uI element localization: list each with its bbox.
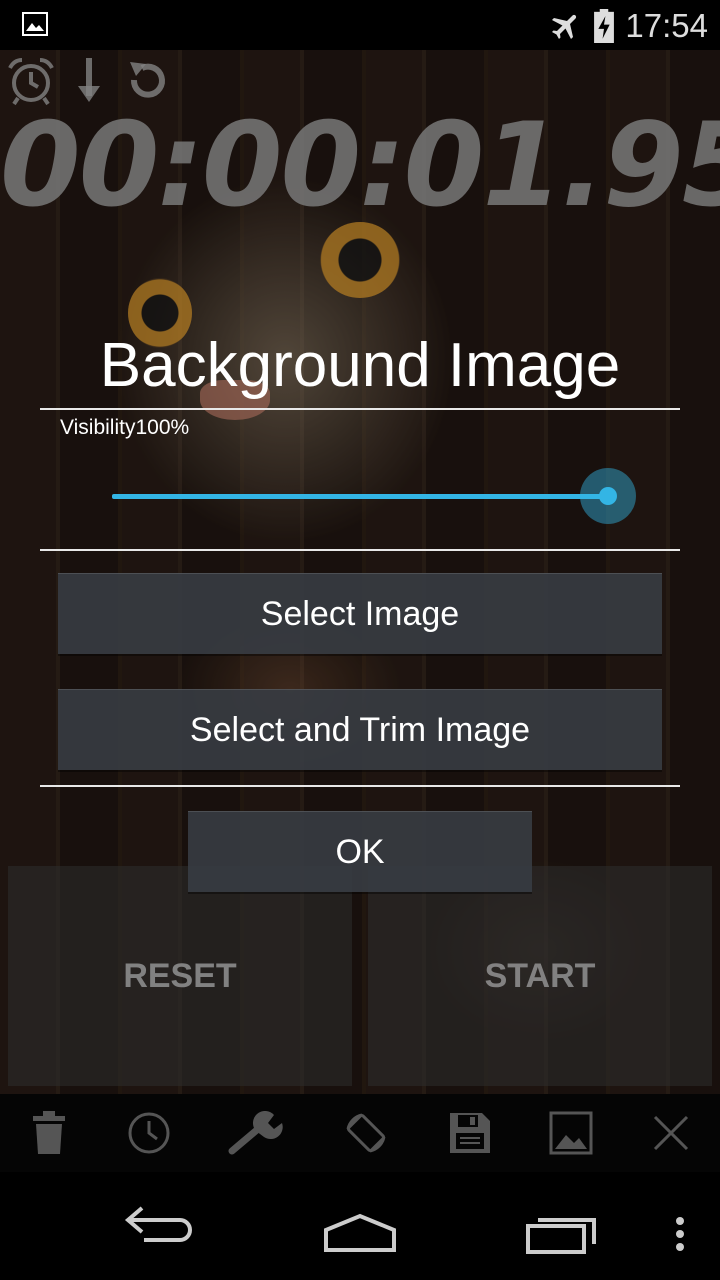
close-icon[interactable] xyxy=(651,1113,691,1153)
navigation-bar xyxy=(0,1172,720,1280)
dialog-title: Background Image xyxy=(99,331,621,400)
clock-icon[interactable] xyxy=(127,1111,171,1155)
visibility-label-text: Visibility xyxy=(60,416,136,439)
wrench-icon[interactable] xyxy=(228,1111,284,1155)
select-image-button[interactable]: Select Image xyxy=(58,573,662,654)
status-bar: 17:54 xyxy=(0,0,720,50)
image-notification-icon xyxy=(22,12,48,36)
back-icon[interactable] xyxy=(124,1202,196,1246)
start-button[interactable]: START xyxy=(368,866,712,1086)
visibility-slider[interactable] xyxy=(112,468,636,524)
stopwatch-time-display: 00:00:01.95 xyxy=(0,98,720,233)
slider-track[interactable] xyxy=(112,494,612,499)
stopwatch-screen: 00:00:01.95 Background Image Visibility1… xyxy=(0,50,720,1094)
ok-button[interactable]: OK xyxy=(188,811,532,892)
airplane-mode-icon xyxy=(552,14,577,40)
recents-icon[interactable] xyxy=(526,1214,598,1254)
rotate-screen-icon[interactable] xyxy=(342,1109,390,1157)
select-trim-image-button[interactable]: Select and Trim Image xyxy=(58,689,662,770)
visibility-label: Visibility100% xyxy=(60,416,189,440)
visibility-value: 100% xyxy=(135,416,190,439)
bottom-toolbar xyxy=(0,1094,720,1172)
slider-divider xyxy=(40,549,680,551)
trash-icon[interactable] xyxy=(29,1110,69,1156)
title-divider xyxy=(40,408,680,410)
background-cat-eye xyxy=(320,222,400,298)
buttons-divider xyxy=(40,785,680,787)
clock-time: 17:54 xyxy=(625,7,708,44)
battery-charging-icon xyxy=(594,9,615,43)
image-icon[interactable] xyxy=(549,1111,593,1155)
slider-thumb[interactable] xyxy=(580,468,636,524)
save-icon[interactable] xyxy=(448,1111,492,1155)
overflow-menu-icon[interactable] xyxy=(674,1216,686,1252)
home-icon[interactable] xyxy=(322,1210,398,1254)
reset-button[interactable]: RESET xyxy=(8,866,352,1086)
